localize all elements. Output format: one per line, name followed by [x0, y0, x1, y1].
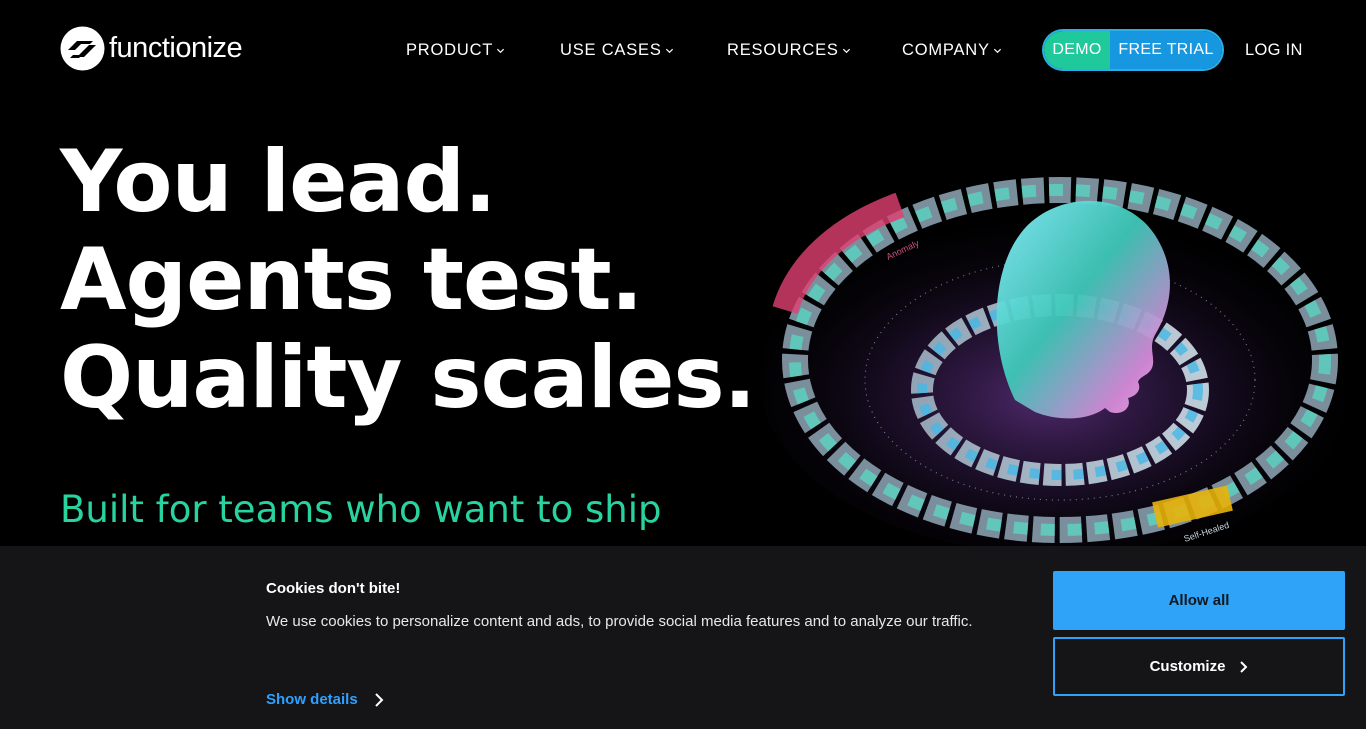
- cookie-description: We use cookies to personalize content an…: [266, 613, 973, 630]
- customize-button[interactable]: Customize: [1053, 637, 1345, 696]
- cookie-title: Cookies don't bite!: [266, 580, 401, 597]
- nav-company-label: COMPANY: [902, 40, 990, 59]
- cookie-banner: Cookies don't bite! We use cookies to pe…: [0, 546, 1366, 729]
- functionize-logo-icon: [60, 26, 105, 71]
- nav-use-cases-label: USE CASES: [560, 40, 662, 59]
- hero-headline-line-3: Quality scales.: [60, 328, 756, 428]
- customize-label: Customize: [1149, 658, 1226, 675]
- hero-subtitle: Built for teams who want to ship: [60, 488, 662, 531]
- hero-illustration: Anomaly Self-Healed: [760, 177, 1360, 550]
- allow-all-button[interactable]: Allow all: [1053, 571, 1345, 630]
- chevron-right-icon: [374, 692, 384, 707]
- demo-button[interactable]: DEMO: [1044, 31, 1110, 69]
- chevron-down-icon: [497, 48, 505, 53]
- nav-product[interactable]: PRODUCT: [406, 38, 505, 62]
- hero-headline-line-2: Agents test.: [60, 230, 643, 330]
- login-link[interactable]: LOG IN: [1245, 38, 1303, 62]
- chevron-down-icon: [842, 48, 850, 53]
- show-details-link[interactable]: Show details: [266, 691, 384, 708]
- free-trial-button[interactable]: FREE TRIAL: [1110, 31, 1222, 69]
- show-details-label: Show details: [266, 691, 358, 708]
- nav-use-cases[interactable]: USE CASES: [560, 38, 674, 62]
- art-self-healed-segment: [1152, 485, 1233, 528]
- hero-headline-line-1: You lead.: [60, 132, 497, 232]
- chevron-down-icon: [993, 48, 1001, 53]
- brand-name: functionize: [109, 32, 243, 64]
- chevron-right-icon: [1240, 660, 1248, 673]
- nav-resources-label: RESOURCES: [727, 40, 839, 59]
- nav-resources[interactable]: RESOURCES: [727, 38, 851, 62]
- chevron-down-icon: [665, 48, 673, 53]
- nav-product-label: PRODUCT: [406, 40, 494, 59]
- nav-company[interactable]: COMPANY: [902, 38, 1002, 62]
- cta-group: DEMO FREE TRIAL: [1044, 31, 1222, 69]
- brand-logo[interactable]: functionize: [60, 26, 243, 71]
- site-header: functionize PRODUCT USE CASES RESOURCES …: [0, 0, 1366, 100]
